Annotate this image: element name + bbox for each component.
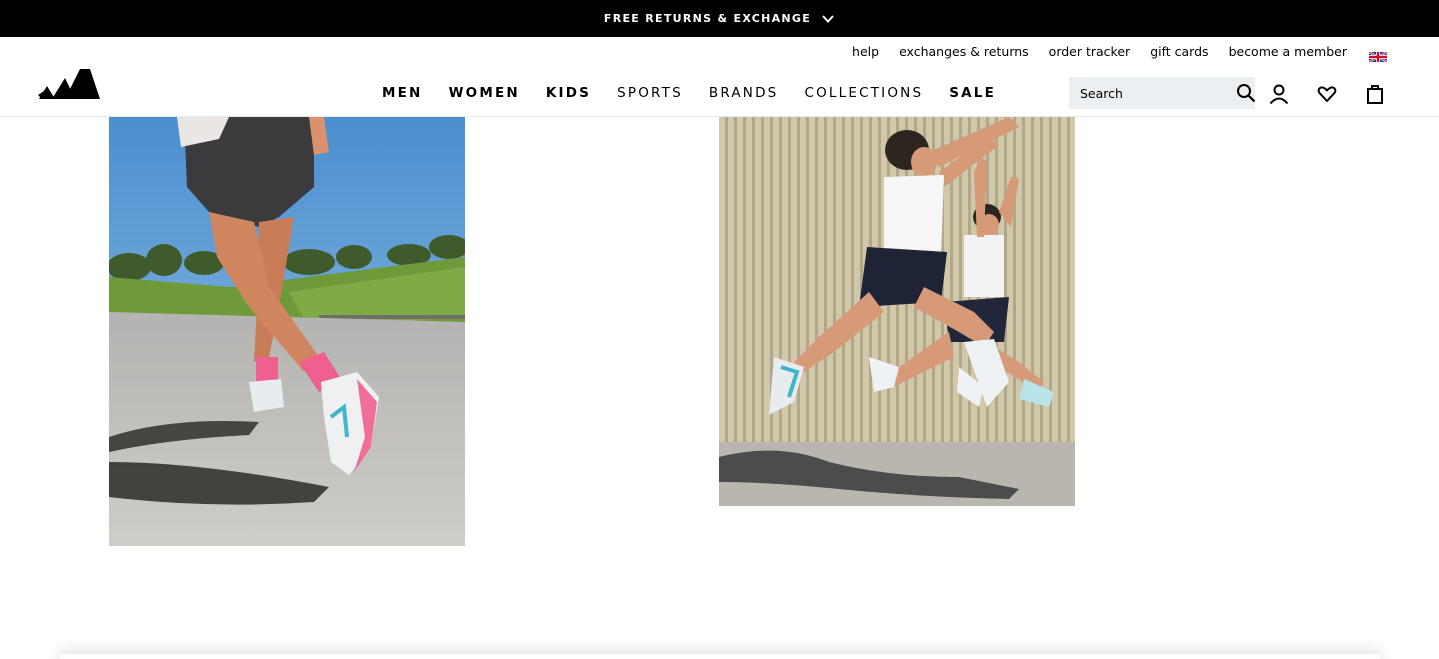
promo-text: FREE RETURNS & EXCHANGE — [603, 12, 812, 25]
help-link[interactable]: help — [852, 44, 879, 59]
become-member-link[interactable]: become a member — [1229, 44, 1347, 59]
nav-sale[interactable]: SALE — [949, 85, 996, 101]
wishlist-heart-icon[interactable] — [1316, 83, 1338, 105]
utility-nav: help exchanges & returns order tracker g… — [852, 44, 1388, 63]
search-box — [1069, 77, 1256, 109]
chevron-down-icon — [821, 12, 835, 26]
adidas-logo[interactable] — [38, 61, 100, 101]
nav-women[interactable]: WOMEN — [449, 85, 520, 101]
promo-bar[interactable]: FREE RETURNS & EXCHANGE — [0, 0, 1439, 37]
gift-cards-link[interactable]: gift cards — [1150, 44, 1208, 59]
nav-brands[interactable]: BRANDS — [709, 85, 779, 101]
search-input[interactable] — [1080, 85, 1236, 101]
site-header: help exchanges & returns order tracker g… — [0, 37, 1439, 117]
uk-flag-icon[interactable] — [1368, 47, 1388, 63]
exchanges-returns-link[interactable]: exchanges & returns — [899, 44, 1029, 59]
bottom-panel — [60, 654, 1380, 659]
nav-collections[interactable]: COLLECTIONS — [804, 85, 923, 101]
nav-sports[interactable]: SPORTS — [617, 85, 683, 101]
nav-men[interactable]: MEN — [382, 85, 423, 101]
nav-kids[interactable]: KIDS — [546, 85, 591, 101]
account-icon[interactable] — [1268, 83, 1290, 105]
search-icon[interactable] — [1236, 83, 1256, 103]
jumping-photo[interactable] — [719, 117, 1075, 506]
main-nav: MEN WOMEN KIDS SPORTS BRANDS COLLECTIONS… — [382, 85, 996, 101]
shopping-bag-icon[interactable] — [1364, 83, 1386, 105]
runner-photo[interactable] — [109, 117, 465, 546]
order-tracker-link[interactable]: order tracker — [1049, 44, 1131, 59]
